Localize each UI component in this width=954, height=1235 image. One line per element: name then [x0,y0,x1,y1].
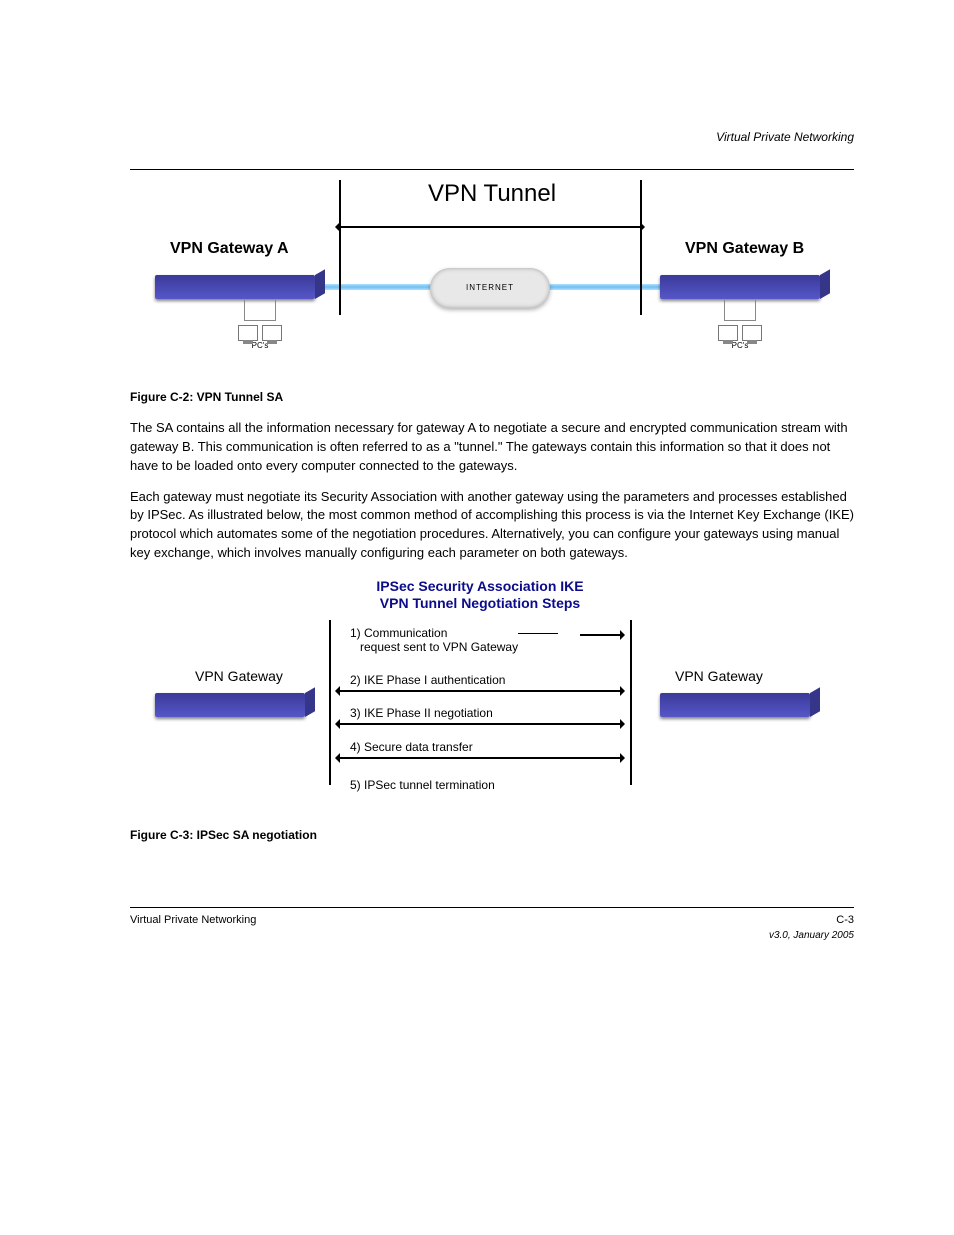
seq-gateway-left-icon [155,693,305,717]
tunnel-arrow [340,226,640,228]
step1-short-arrow [518,633,558,634]
vpn-tunnel-label: VPN Tunnel [428,180,556,208]
figure1-caption: Figure C-2: VPN Tunnel SA [130,390,854,404]
pc-icon [718,325,738,341]
step-1: 1) Communication request sent to VPN Gat… [340,626,630,655]
header-right: Virtual Private Networking [130,130,854,144]
gateway-a-icon [155,275,315,299]
figure2-caption: Figure C-3: IPSec SA negotiation [130,828,854,842]
pc-icon [262,325,282,341]
seq-gw-label-right: VPN Gateway [675,668,763,684]
header-divider [130,169,854,170]
step2-arrow [338,690,622,692]
step-2: 2) IKE Phase I authentication [340,673,630,687]
figure2: IPSec Security Association IKE VPN Tunne… [130,578,854,818]
step4-arrow [338,757,622,759]
step1-arrow [580,634,622,636]
gateway-a-label: VPN Gateway A [170,240,289,258]
seq-gw-label-left: VPN Gateway [195,668,283,684]
seq-line-right [630,620,632,785]
step-3: 3) IKE Phase II negotiation [340,706,630,720]
pc-icon [238,325,258,341]
step3-arrow [338,723,622,725]
gateway-b-icon [660,275,820,299]
pcs-b: PC's [710,320,770,350]
paragraph-1: The SA contains all the information nece… [130,419,854,476]
boundary-line-left [339,180,341,315]
footer-version: v3.0, January 2005 [130,930,854,941]
seq-gateway-right-icon [660,693,810,717]
step-4: 4) Secure data transfer [340,740,630,754]
boundary-line-right [640,180,642,315]
pc-icon [742,325,762,341]
gateway-b-label: VPN Gateway B [685,240,804,258]
figure2-title: IPSec Security Association IKE VPN Tunne… [330,578,630,612]
footer-left: Virtual Private Networking [130,914,256,926]
step-5: 5) IPSec tunnel termination [340,778,630,792]
internet-cloud-icon: INTERNET [430,268,550,308]
footer-right: C-3 [836,914,854,926]
footer: Virtual Private Networking C-3 [130,907,854,926]
pcs-a: PC's [230,320,290,350]
paragraph-2: Each gateway must negotiate its Security… [130,488,854,563]
figure1: VPN Tunnel VPN Gateway A VPN Gateway B I… [130,180,854,380]
